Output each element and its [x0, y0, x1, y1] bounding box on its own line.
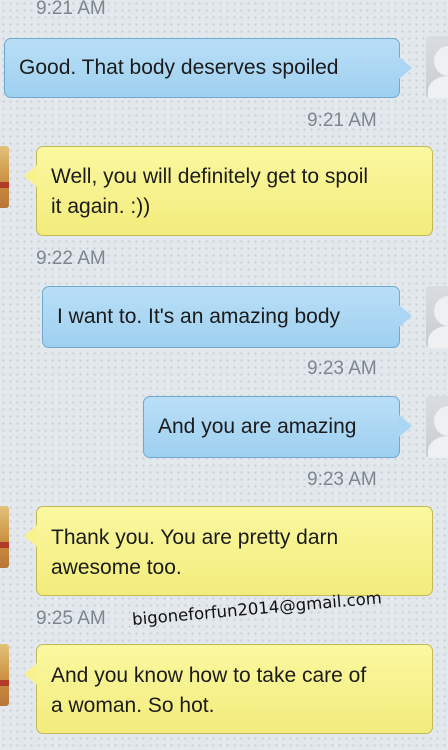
incoming-message-bubble[interactable]: And you know how to take care of a woman…	[24, 644, 433, 734]
message-timestamp: 9:22 AM	[36, 248, 106, 269]
incoming-message-bubble[interactable]: Well, you will definitely get to spoil i…	[24, 146, 433, 236]
message-text-line: awesome too.	[51, 556, 182, 579]
message-text-line: a woman. So hot.	[51, 694, 215, 717]
outgoing-message-bubble[interactable]: And you are amazing	[143, 396, 412, 458]
avatar-placeholder-icon[interactable]	[426, 36, 448, 98]
contact-photo-icon[interactable]	[0, 644, 9, 706]
message-timestamp: 9:25 AM	[36, 608, 106, 629]
message-text-line: it again. :))	[51, 195, 151, 218]
outgoing-message-bubble[interactable]: Good. That body deserves spoiled	[4, 38, 412, 98]
timestamp: 9:21 AM	[36, 0, 106, 19]
message-text-line: And you know how to take care of	[51, 664, 367, 687]
avatar-placeholder-icon[interactable]	[426, 396, 448, 458]
message-text-line: Well, you will definitely get to spoil	[51, 165, 369, 188]
message-text: Good. That body deserves spoiled	[19, 56, 339, 79]
message-timestamp: 9:23 AM	[307, 358, 377, 379]
message-text: I want to. It's an amazing body	[57, 305, 340, 328]
avatar-placeholder-icon[interactable]	[426, 286, 448, 348]
outgoing-message-bubble[interactable]: I want to. It's an amazing body	[42, 286, 412, 348]
contact-photo-icon[interactable]	[0, 506, 9, 568]
message-text-line: Thank you. You are pretty darn	[51, 526, 339, 549]
message-timestamp: 9:21 AM	[307, 110, 377, 131]
message-timestamp: 9:23 AM	[307, 469, 377, 490]
incoming-message-bubble[interactable]: Thank you. You are pretty darn awesome t…	[24, 506, 433, 596]
message-text: And you are amazing	[158, 415, 357, 438]
contact-photo-icon[interactable]	[0, 146, 9, 208]
